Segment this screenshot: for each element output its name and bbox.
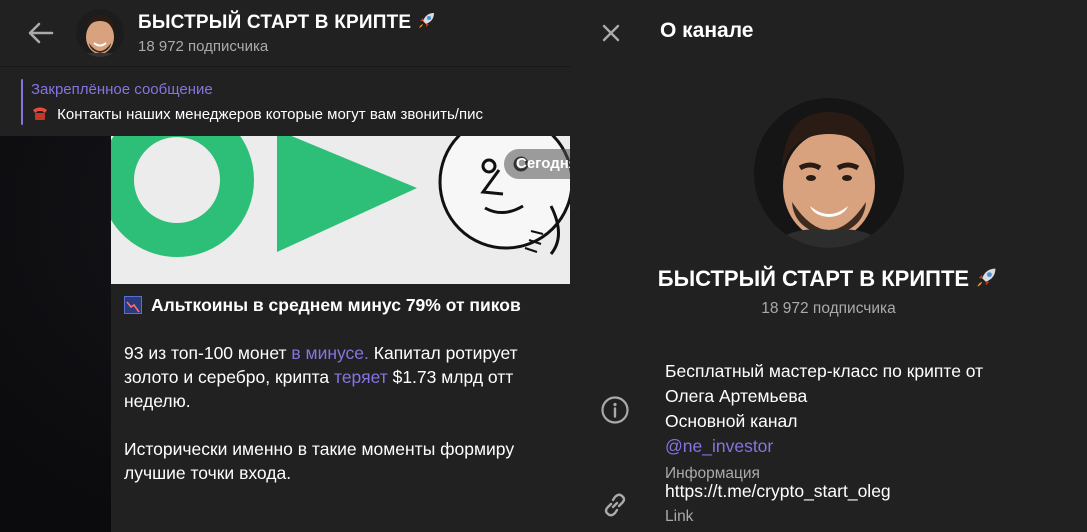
close-button[interactable] [593,15,629,51]
chat-title: БЫСТРЫЙ СТАРТ В КРИПТЕ [138,10,437,35]
back-button[interactable] [20,12,62,54]
info-icon [598,393,632,427]
post-paragraph-2: Исторически именно в такие моменты форми… [124,439,515,483]
channel-post: Сегодня Альткоины в среднем минус 79% от… [111,136,570,532]
rocket-emoji-icon [975,266,999,291]
chart-decreasing-emoji-icon [124,296,142,314]
post-logo-graphic [111,136,570,284]
channel-link[interactable]: https://t.me/crypto_start_oleg [665,481,891,502]
date-badge: Сегодня [504,149,570,179]
post-image[interactable]: Сегодня [111,136,570,284]
arrow-left-icon [28,22,54,44]
chat-title-block[interactable]: БЫСТРЫЙ СТАРТ В КРИПТЕ 18 972 подписчика [138,10,437,57]
pinned-message-bar[interactable]: Закреплённое сообщение Контакты наших ме… [0,66,570,136]
post-paragraph-1: 93 из топ-100 монет в минусе. Капитал ро… [124,343,518,411]
channel-avatar-large[interactable] [754,98,904,248]
description-row[interactable]: Бесплатный мастер-класс по крипте от Оле… [665,359,983,483]
chat-subscriber-count: 18 972 подписчика [138,38,269,56]
post-text: Альткоины в среднем минус 79% от пиков 9… [124,293,570,485]
telephone-emoji-icon [31,106,57,123]
close-icon [602,24,620,42]
inline-link[interactable]: в минусе. [291,343,369,363]
subscriber-count: 18 972 подписчика [761,300,896,317]
post-headline: Альткоины в среднем минус 79% от пиков [124,293,570,317]
link-caption: Link [665,508,694,525]
panel-title: О канале [660,19,754,42]
pinned-text: Контакты наших менеджеров которые могут … [31,105,483,123]
chat-column: Сегодня Альткоины в среднем минус 79% от… [0,0,570,532]
pinned-label: Закреплённое сообщение [31,81,213,98]
channel-info-panel: О канале БЫСТРЫЙ СТАРТ В КРИПТЕ 18 972 п… [570,0,1087,532]
inline-link[interactable]: теряет [334,367,388,387]
link-icon [598,488,632,522]
channel-name: БЫСТРЫЙ СТАРТ В КРИПТЕ [570,265,1087,292]
rocket-emoji-icon [417,12,437,33]
channel-avatar[interactable] [76,9,124,57]
chat-header: БЫСТРЫЙ СТАРТ В КРИПТЕ 18 972 подписчика [0,0,570,66]
channel-description: Бесплатный мастер-класс по крипте от Оле… [665,359,983,459]
pinned-indicator [21,79,23,125]
link-row[interactable]: https://t.me/crypto_start_oleg Link [665,481,891,526]
username-link[interactable]: @ne_investor [665,434,983,459]
